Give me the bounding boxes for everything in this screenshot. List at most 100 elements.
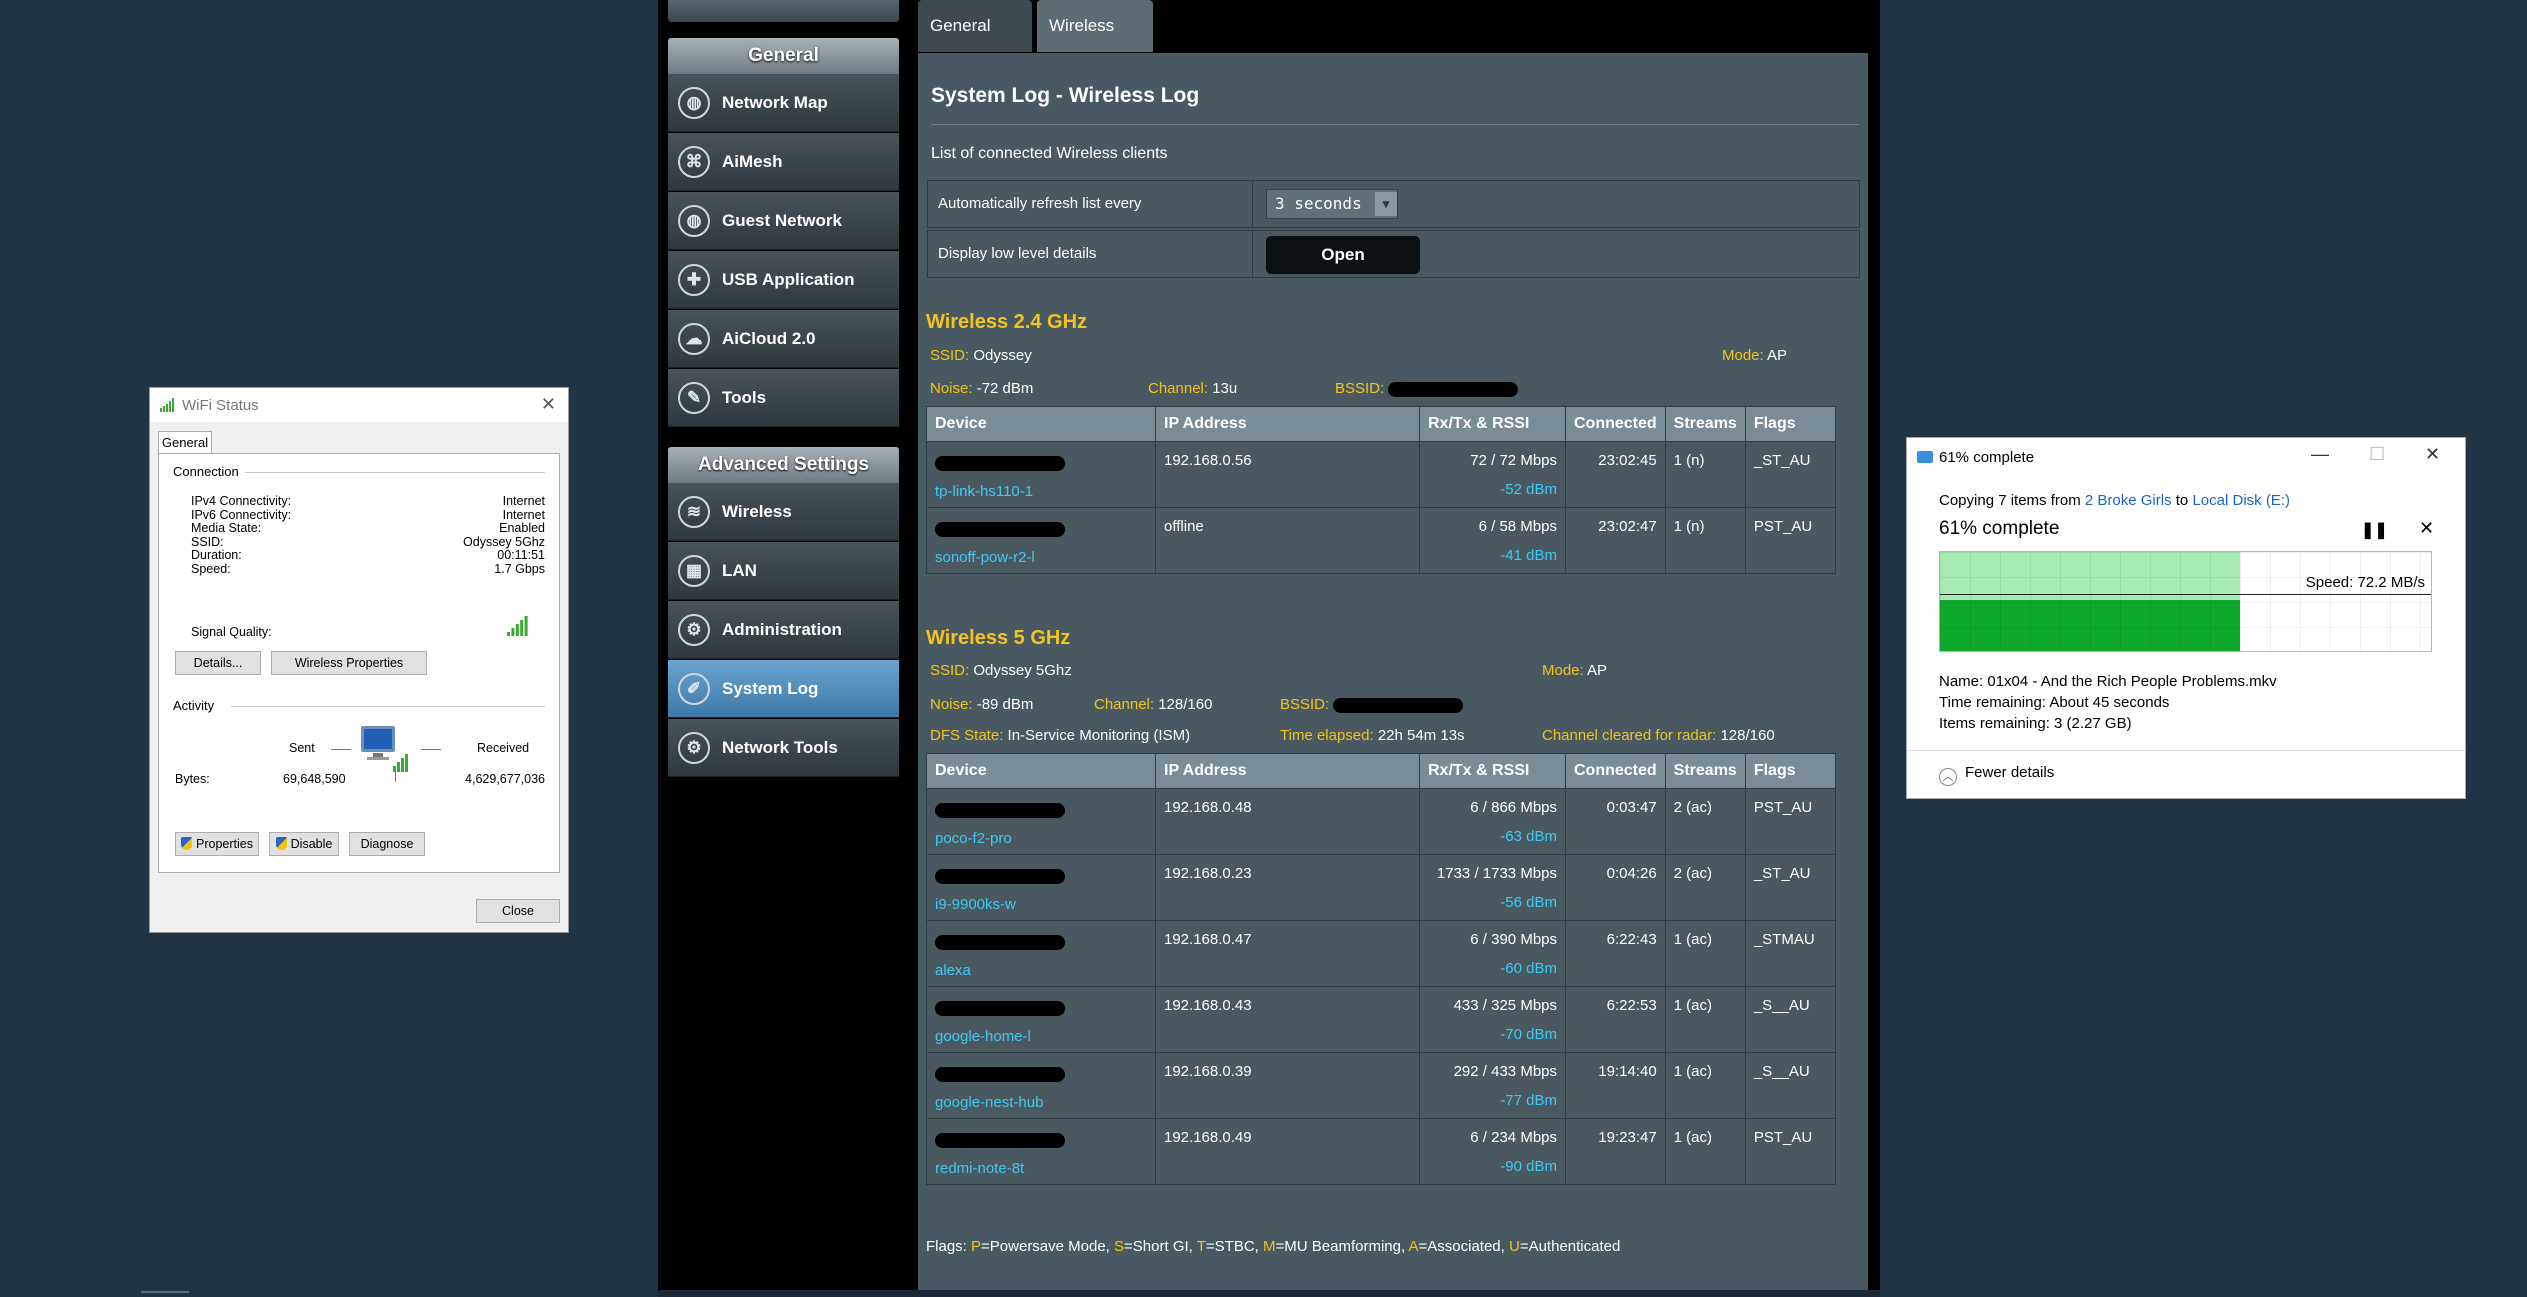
sidebar-item-guest-network[interactable]: ◍ Guest Network [668,192,899,250]
table-header-row: Device IP Address Rx/Tx & RSSI Connected Str… [926,406,1836,442]
sidebar-item-usb-application[interactable]: ✚ USB Application [668,251,899,309]
column-header: Flags [1744,753,1836,789]
column-header: IP Address [1155,406,1420,442]
rate-cell: 6 / 234 Mbps -90 dBm [1419,1118,1566,1185]
device-name: alexa [935,962,971,979]
close-button[interactable]: Close [476,899,560,923]
close-icon[interactable]: ✕ [541,394,556,415]
tab-wireless-log[interactable]: Wireless Log [1037,0,1153,87]
sidebar-item-network-tools[interactable]: ⚙ Network Tools [668,719,899,777]
column-header: Device [926,753,1156,789]
column-header: Rx/Tx & RSSI [1419,753,1566,789]
sidebar-item-label: System Log [722,678,819,698]
open-details-button[interactable]: Open [1266,236,1420,274]
ip-cell: 192.168.0.39 [1155,1052,1420,1119]
wireless-properties-button[interactable]: Wireless Properties [271,651,427,675]
cloud-icon: ☁ [678,322,710,355]
flags-cell: _STMAU [1744,920,1836,987]
pause-icon[interactable]: ❚❚ [2361,520,2388,540]
column-header: IP Address [1155,753,1420,789]
band5-channel-cleared: Channel cleared for radar: 128/160 [1542,727,1775,744]
source-link[interactable]: 2 Broke Girls [2085,492,2172,509]
sidebar-item-label: Administration [722,619,842,639]
properties-button[interactable]: Properties [175,832,259,856]
sidebar-item-tools[interactable]: ✎ Tools [668,369,899,427]
destination-link[interactable]: Local Disk (E:) [2192,492,2290,509]
rx-tx-rate: 6 / 390 Mbps [1470,931,1557,948]
rssi-value: -90 dBm [1500,1158,1557,1175]
sidebar-item-lan[interactable]: ▦ LAN [668,542,899,600]
rate-cell: 6 / 866 Mbps -63 dBm [1419,788,1566,855]
chevron-up-icon: ︿ [1939,768,1957,786]
wifi-status-dialog: WiFi Status ✕ General Connection IPv4 Co… [149,387,569,933]
column-header: Rx/Tx & RSSI [1419,406,1566,442]
log-icon: ✐ [678,672,710,705]
redacted-mac [935,1067,1065,1082]
tab-general[interactable]: General [158,431,212,454]
device-name: redmi-note-8t [935,1160,1025,1177]
streams-cell: 2 (ac) [1664,788,1746,855]
ip-cell: 192.168.0.47 [1155,920,1420,987]
ip-cell: offline [1155,507,1420,574]
connection-row-value: 00:11:51 [497,548,545,563]
puzzle-icon: ✚ [678,263,710,296]
sidebar-item-wireless[interactable]: ≋ Wireless [668,483,899,541]
dropdown-arrow-icon[interactable]: ▼ [1375,192,1397,216]
device-name: tp-link-hs110-1 [935,483,1034,500]
wifi-status-pane: Connection IPv4 Connectivity: Internet IPv… [158,453,560,873]
sidebar-top-button[interactable] [668,0,899,22]
lowlevel-setting-row: Display low level details Open [927,230,1860,278]
rx-tx-rate: 72 / 72 Mbps [1470,452,1557,469]
rssi-value: -63 dBm [1500,828,1557,845]
bytes-label: Bytes: [175,772,210,786]
cancel-icon[interactable]: ✕ [2419,518,2434,539]
maximize-icon: ☐ [2369,444,2386,464]
details-button[interactable]: Details... [175,651,261,675]
fewer-details-toggle[interactable]: ︿ Fewer details [1939,764,2054,786]
disable-button[interactable]: Disable [269,832,339,856]
rate-cell: 72 / 72 Mbps -52 dBm [1419,441,1566,508]
connected-cell: 0:03:47 [1565,788,1666,855]
band5-dfs-state: DFS State: In-Service Monitoring (ISM) [930,727,1191,744]
band24-channel: Channel: 13u [1148,380,1238,397]
device-cell: poco-f2-pro [926,788,1156,855]
sidebar-item-label: Network Tools [722,737,838,757]
rate-cell: 433 / 325 Mbps -70 dBm [1419,986,1566,1053]
transfer-speed-graph: Speed: 72.2 MB/s [1939,551,2432,652]
flags-cell: PST_AU [1744,507,1836,574]
ip-cell: 192.168.0.23 [1155,854,1420,921]
device-name: google-nest-hub [935,1094,1044,1111]
signal-bar [515,624,519,636]
close-icon[interactable]: ✕ [2425,444,2440,465]
ip-cell: 192.168.0.56 [1155,441,1420,508]
rx-tx-rate: 1733 / 1733 Mbps [1436,865,1557,882]
bytes-received-value: 4,629,677,036 [465,772,545,786]
sidebar-item-aicloud-2-0[interactable]: ☁ AiCloud 2.0 [668,310,899,368]
band24-client-table: Device IP Address Rx/Tx & RSSI Connected Str… [926,406,1836,574]
refresh-interval-select[interactable]: 3 seconds ▼ [1266,189,1398,219]
diagnose-button[interactable]: Diagnose [349,832,425,856]
sidebar-item-network-map[interactable]: ◍ Network Map [668,74,899,132]
refresh-setting-row: Automatically refresh list every 3 secon… [927,180,1860,228]
minimize-icon[interactable]: — [2311,444,2329,465]
refresh-interval-value: 3 seconds [1275,194,1362,213]
refresh-label: Automatically refresh list every [938,195,1142,212]
table-row: redmi-note-8t 192.168.0.49 6 / 234 Mbps -90… [926,1118,1836,1185]
column-header: Flags [1744,406,1836,442]
rate-cell: 6 / 58 Mbps -41 dBm [1419,507,1566,574]
band24-ssid: SSID: Odyssey [930,347,1032,364]
connection-row-value: Odyssey 5Ghz [463,534,545,549]
sidebar-item-system-log[interactable]: ✐ System Log [668,660,899,718]
sidebar-item-aimesh[interactable]: ⌘ AiMesh [668,133,899,191]
sidebar-item-administration[interactable]: ⚙ Administration [668,601,899,659]
band5-time-elapsed: Time elapsed: 22h 54m 13s [1280,727,1465,744]
page-title: System Log - Wireless Log [931,84,1200,107]
band24-noise: Noise: -72 dBm [930,380,1034,397]
device-name: sonoff-pow-r2-l [935,549,1035,566]
sidebar-item-label: Wireless [722,501,792,521]
tab-general-log[interactable]: General Log [918,0,1032,87]
connection-row-value: Enabled [499,521,545,536]
streams-cell: 1 (ac) [1664,986,1746,1053]
band5-channel: Channel: 128/160 [1094,696,1213,713]
device-name: google-home-l [935,1028,1031,1045]
